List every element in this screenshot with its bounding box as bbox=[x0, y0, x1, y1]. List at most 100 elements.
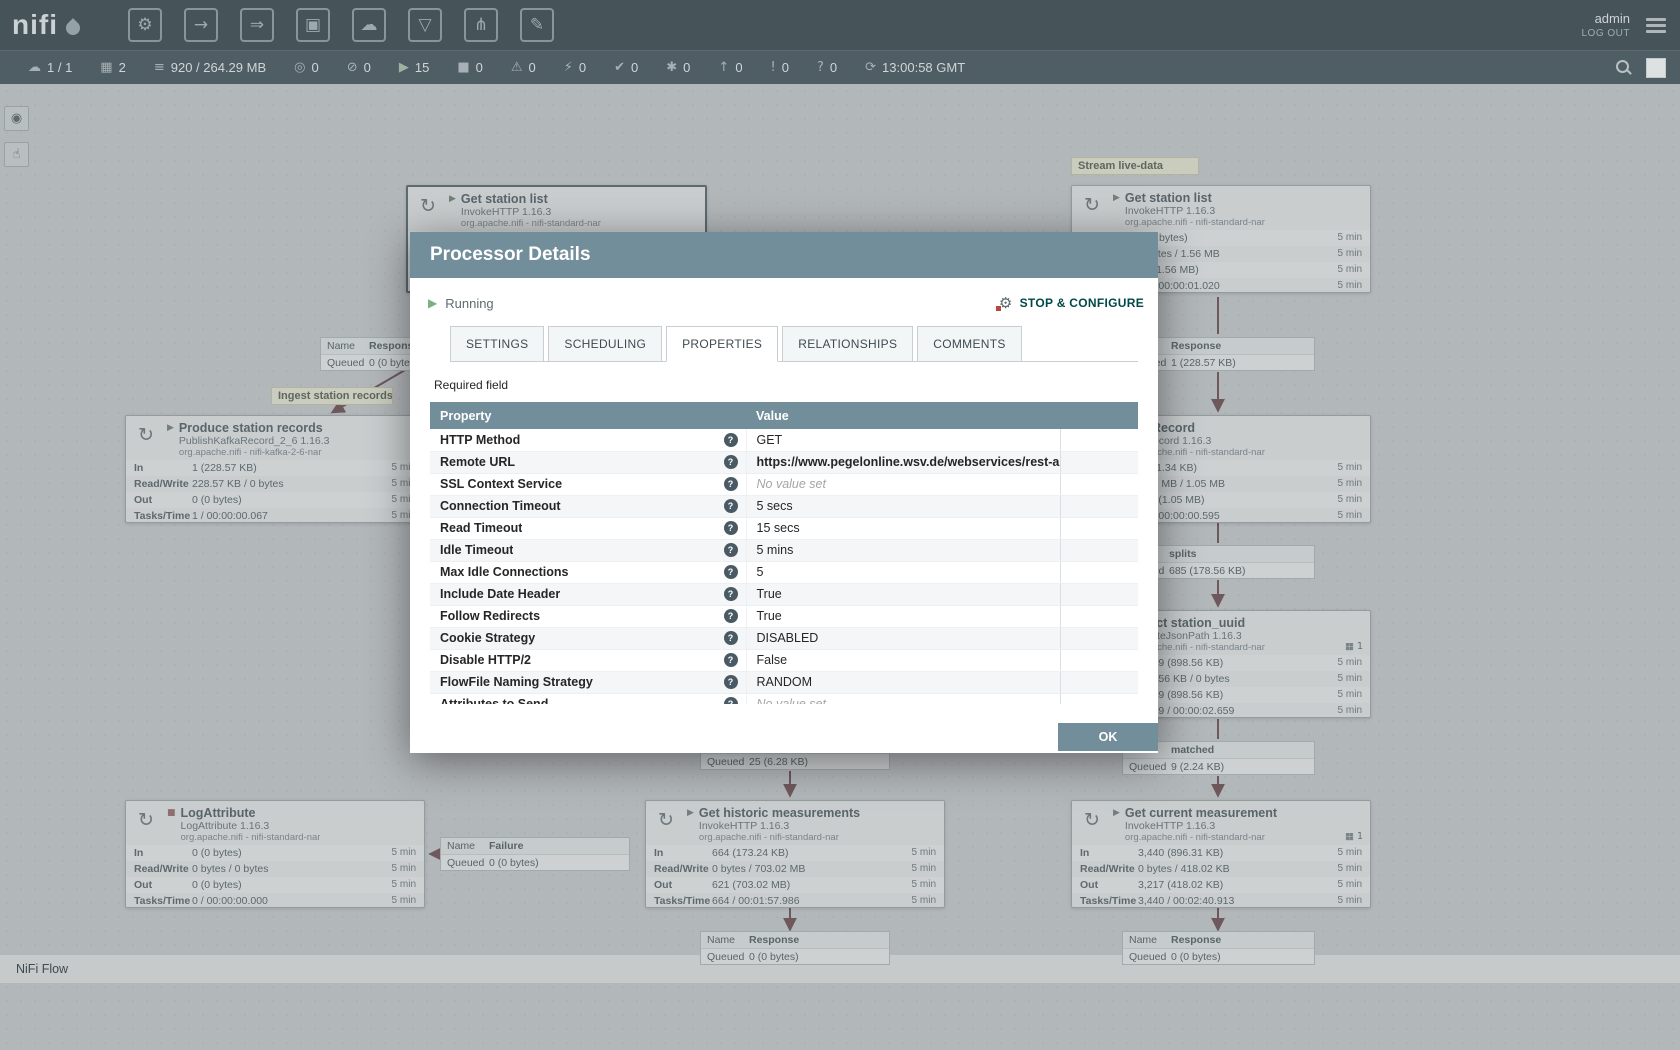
status-refresh[interactable]: ⟳13:00:58 GMT bbox=[865, 60, 965, 75]
navigate-palette-button[interactable]: ◉ bbox=[4, 106, 29, 131]
property-value[interactable]: GET bbox=[757, 433, 783, 447]
help-icon[interactable]: ? bbox=[724, 455, 738, 469]
nifi-logo-text: nifi bbox=[12, 10, 58, 40]
property-value[interactable]: https://www.pegelonline.wsv.de/webservic… bbox=[757, 455, 1061, 469]
property-value[interactable]: True bbox=[757, 587, 782, 601]
stat-value: 15 (1.56 MB) bbox=[1138, 262, 1338, 278]
breadcrumb-root[interactable]: NiFi Flow bbox=[16, 962, 68, 976]
connection-label-response-bottom-center[interactable]: NameResponseQueued0 (0 bytes) bbox=[700, 931, 890, 965]
status-modified-and-stale: !0 bbox=[771, 60, 789, 75]
operate-palette-button[interactable]: ☝ bbox=[4, 142, 29, 167]
stat-row: Read/Write0 bytes / 703.02 MB5 min bbox=[646, 861, 944, 877]
active-threads-badge: ▦ 1 bbox=[1345, 831, 1363, 842]
label-tool[interactable]: ✎ bbox=[520, 8, 554, 42]
property-value[interactable]: No value set bbox=[757, 477, 826, 491]
processor-icon: ↻ bbox=[132, 806, 160, 834]
ok-button[interactable]: OK bbox=[1058, 723, 1158, 751]
property-row: SSL Context Service?No value set bbox=[430, 473, 1138, 495]
stopped-icon: ■ bbox=[457, 60, 469, 75]
stale-icon: ↑ bbox=[718, 60, 729, 75]
processor-type: InvokeHTTP 1.16.3 bbox=[461, 206, 601, 218]
funnel-tool[interactable]: ▽ bbox=[408, 8, 442, 42]
tab-properties[interactable]: PROPERTIES bbox=[666, 326, 778, 362]
help-icon[interactable]: ? bbox=[724, 609, 738, 623]
status-queued-count: 920 / 264.29 MB bbox=[171, 60, 266, 75]
process-group-tool[interactable]: ▣ bbox=[296, 8, 330, 42]
status-square-button[interactable] bbox=[1646, 58, 1666, 78]
refresh-icon[interactable]: ⟳ bbox=[865, 60, 876, 75]
status-up-to-date-count: 0 bbox=[631, 60, 638, 75]
connection-label-failure[interactable]: NameFailureQueued0 (0 bytes) bbox=[440, 837, 630, 871]
connection-queued: 9 (2.24 KB) bbox=[1171, 761, 1224, 773]
help-icon[interactable]: ? bbox=[724, 675, 738, 689]
processor-get-historic-measurements[interactable]: ↻▶Get historic measurementsInvokeHTTP 1.… bbox=[645, 800, 945, 908]
help-icon[interactable]: ? bbox=[724, 543, 738, 557]
property-value[interactable]: 5 bbox=[757, 565, 764, 579]
stop-and-configure-button[interactable]: ⚙ STOP & CONFIGURE bbox=[999, 296, 1144, 311]
template-tool[interactable]: ⋔ bbox=[464, 8, 498, 42]
tab-scheduling[interactable]: SCHEDULING bbox=[548, 326, 662, 362]
help-icon[interactable]: ? bbox=[724, 587, 738, 601]
active-threads-icon: ▦ bbox=[100, 60, 112, 75]
property-value[interactable]: False bbox=[757, 653, 788, 667]
output-port-tool[interactable]: ⇒ bbox=[240, 8, 274, 42]
properties-table-container: Property Value HTTP Method?GETRemote URL… bbox=[430, 402, 1138, 704]
property-value[interactable]: True bbox=[757, 609, 782, 623]
property-value[interactable]: 15 secs bbox=[757, 521, 800, 535]
tab-comments[interactable]: COMMENTS bbox=[917, 326, 1021, 362]
stat-value: 3,217 (418.02 KB) bbox=[1138, 877, 1338, 893]
processor-icon: ↻ bbox=[1078, 191, 1106, 219]
connection-queued: 1 (228.57 KB) bbox=[1171, 357, 1236, 369]
queued-icon: ≡ bbox=[154, 60, 165, 75]
label-ingest-station-records[interactable]: Ingest station records bbox=[271, 387, 393, 405]
help-icon[interactable]: ? bbox=[724, 499, 738, 513]
help-icon[interactable]: ? bbox=[724, 477, 738, 491]
tab-relationships[interactable]: RELATIONSHIPS bbox=[782, 326, 913, 362]
help-icon[interactable]: ? bbox=[724, 653, 738, 667]
tab-settings[interactable]: SETTINGS bbox=[450, 326, 544, 362]
stat-value: 3,449 / 00:00:02.659 bbox=[1138, 703, 1338, 718]
property-name: Attributes to Send bbox=[440, 697, 548, 704]
property-value[interactable]: RANDOM bbox=[757, 675, 813, 689]
help-icon[interactable]: ? bbox=[724, 565, 738, 579]
processor-tool[interactable]: ⚙ bbox=[128, 8, 162, 42]
processor-log-attribute[interactable]: ↻■LogAttributeLogAttribute 1.16.3org.apa… bbox=[125, 800, 425, 908]
property-name: Read Timeout bbox=[440, 521, 522, 535]
stat-row: Tasks/Time1 / 00:00:00.0675 min bbox=[126, 508, 424, 523]
app-header: nifi ⚙→⇒▣☁▽⋔✎ admin LOG OUT bbox=[0, 0, 1680, 50]
stat-value: 0 bytes / 703.02 MB bbox=[712, 861, 912, 877]
status-invalid: ⚠0 bbox=[511, 60, 536, 75]
property-value[interactable]: 5 mins bbox=[757, 543, 794, 557]
help-icon[interactable]: ? bbox=[724, 433, 738, 447]
running-icon: ▶ bbox=[687, 808, 694, 843]
connection-label-response-bottom-right[interactable]: NameResponseQueued0 (0 bytes) bbox=[1122, 931, 1315, 965]
processor-name: Get station list bbox=[1125, 191, 1265, 205]
sync-failure-icon: ? bbox=[817, 60, 824, 75]
global-menu-button[interactable] bbox=[1646, 18, 1666, 33]
help-icon[interactable]: ? bbox=[724, 697, 738, 704]
input-port-icon: → bbox=[194, 15, 208, 35]
search-icon[interactable] bbox=[1615, 59, 1632, 76]
processor-produce-station-records[interactable]: ↻▶Produce station recordsPublishKafkaRec… bbox=[125, 415, 425, 523]
connection-queued: 0 (0 bytes) bbox=[489, 857, 539, 869]
processor-get-current-measurement[interactable]: ↻▶Get current measurementInvokeHTTP 1.16… bbox=[1071, 800, 1371, 908]
status-stale-count: 0 bbox=[735, 60, 742, 75]
property-value[interactable]: DISABLED bbox=[757, 631, 819, 645]
stat-value: 3,440 (896.31 KB) bbox=[1138, 845, 1338, 861]
logout-link[interactable]: LOG OUT bbox=[1581, 28, 1630, 39]
processor-bundle: org.apache.nifi - nifi-standard-nar bbox=[1125, 217, 1265, 228]
funnel-icon: ▽ bbox=[418, 15, 431, 35]
property-name: HTTP Method bbox=[440, 433, 520, 447]
properties-table: Property Value HTTP Method?GETRemote URL… bbox=[430, 402, 1138, 704]
input-port-tool[interactable]: → bbox=[184, 8, 218, 42]
remote-process-group-tool[interactable]: ☁ bbox=[352, 8, 386, 42]
nifi-logo: nifi bbox=[12, 10, 80, 40]
stat-row: Tasks/Time664 / 00:01:57.9865 min bbox=[646, 893, 944, 908]
label-stream-live-data[interactable]: Stream live-data bbox=[1071, 157, 1199, 175]
property-value[interactable]: No value set bbox=[757, 697, 826, 704]
stopped-icon: ■ bbox=[167, 808, 176, 843]
property-value[interactable]: 5 secs bbox=[757, 499, 793, 513]
help-icon[interactable]: ? bbox=[724, 521, 738, 535]
help-icon[interactable]: ? bbox=[724, 631, 738, 645]
stat-value: 3,449 (898.56 KB) bbox=[1138, 655, 1338, 671]
